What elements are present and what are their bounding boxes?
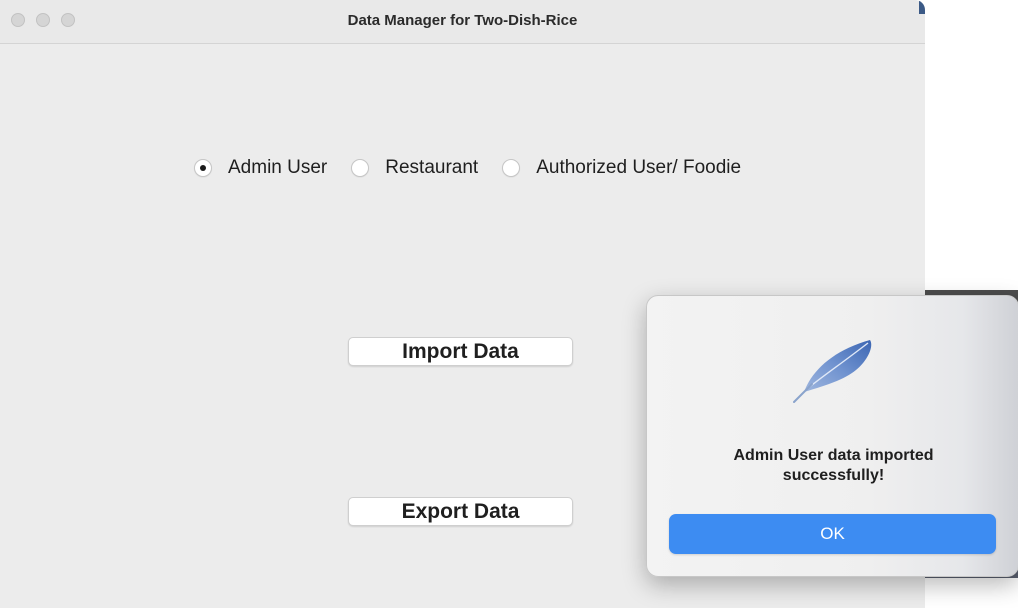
radio-button[interactable] [502, 159, 521, 177]
export-data-button[interactable]: Export Data [348, 497, 573, 526]
alert-message: Admin User data imported successfully! [667, 446, 1000, 486]
desktop: Data Manager for Two-Dish-Rice Admin Use… [0, 0, 1018, 608]
import-data-button[interactable]: Import Data [348, 337, 573, 366]
radio-label: Restaurant [385, 157, 479, 178]
ok-button[interactable]: OK [669, 514, 996, 554]
radio-label: Authorized User/ Foodie [536, 157, 742, 178]
success-alert-dialog: Admin User data imported successfully! O… [646, 295, 1018, 577]
alert-message-line: successfully! [782, 467, 885, 484]
radio-admin-user[interactable]: Admin User [194, 157, 327, 179]
window-title: Data Manager for Two-Dish-Rice [347, 12, 578, 29]
title-bar: Data Manager for Two-Dish-Rice [0, 0, 925, 44]
radio-button-checked[interactable] [194, 159, 212, 177]
radio-authorized-user-foodie[interactable]: Authorized User/ Foodie [502, 157, 741, 179]
feather-icon [793, 340, 872, 403]
window-corner-accent [919, 0, 925, 14]
radio-label: Admin User [228, 157, 328, 178]
alert-message-line: Admin User data imported [733, 447, 934, 464]
radio-button[interactable] [351, 159, 370, 177]
radio-restaurant[interactable]: Restaurant [351, 157, 478, 179]
user-type-radio-group: Admin User Restaurant Authorized User/ F… [194, 153, 765, 183]
